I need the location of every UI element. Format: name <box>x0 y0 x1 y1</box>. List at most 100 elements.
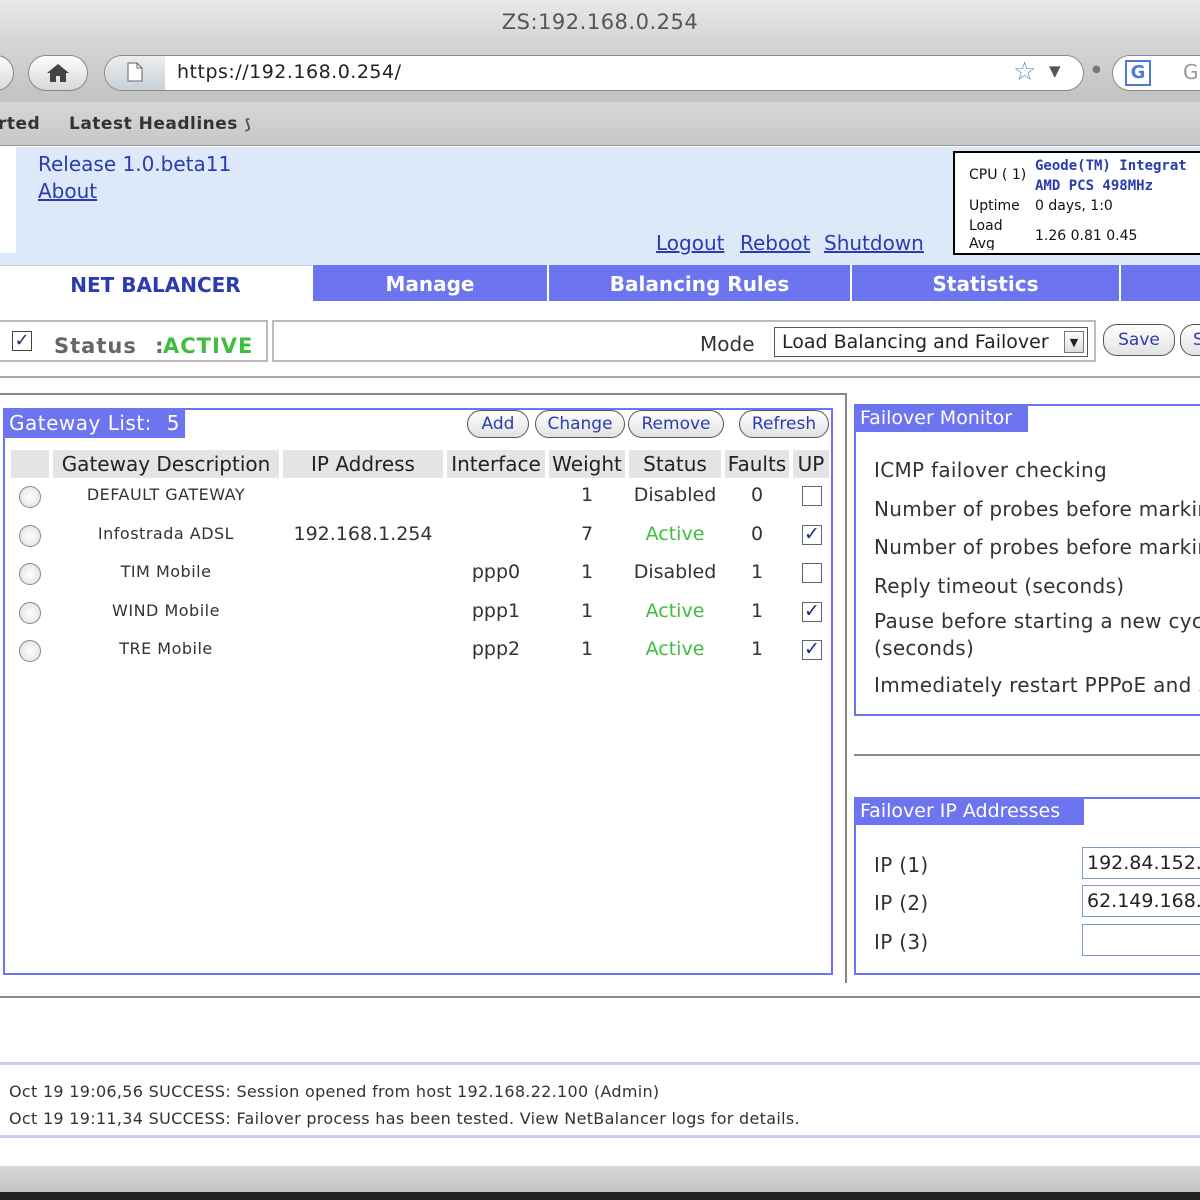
gateway-faults: 1 <box>750 561 764 583</box>
bookmark-star-icon[interactable]: ☆ <box>1013 57 1036 87</box>
about-link[interactable]: About <box>38 179 97 203</box>
divider <box>854 754 1200 756</box>
table-row[interactable]: DEFAULT GATEWAY 1 Disabled 0 <box>11 482 829 518</box>
ip-2-label: IP (2) <box>874 891 929 915</box>
table-row[interactable]: TRE Mobile ppp2 1 Active 1 ✓ <box>11 636 829 672</box>
failover-monitor-title: Failover Monitor <box>854 404 1028 432</box>
gateway-up-checkbox[interactable] <box>802 486 822 506</box>
log-entry: Oct 19 19:11,34 SUCCESS: Failover proces… <box>9 1109 800 1128</box>
header-edge <box>0 147 16 253</box>
logout-link[interactable]: Logout <box>656 231 724 255</box>
chevron-down-icon[interactable]: ▼ <box>1049 62 1061 80</box>
table-header: Gateway Description IP Address Interface… <box>11 450 829 478</box>
tab-more[interactable] <box>1121 265 1200 301</box>
forward-button[interactable] <box>0 55 14 91</box>
table-row[interactable]: WIND Mobile ppp1 1 Active 1 ✓ <box>11 598 829 634</box>
gateway-status: Disabled <box>633 561 717 583</box>
table-row[interactable]: Infostrada ADSL 192.168.1.254 7 Active 0 ✓ <box>11 521 829 557</box>
remove-button[interactable]: Remove <box>628 410 724 438</box>
failover-setting-label: Number of probes before markin <box>874 497 1200 521</box>
log-entry: Oct 19 19:06,56 SUCCESS: Session opened … <box>9 1082 660 1101</box>
window-title: ZS:192.168.0.254 <box>501 10 699 34</box>
gateway-faults: 1 <box>750 638 764 660</box>
ip-1-input[interactable]: 192.84.152. <box>1082 847 1200 879</box>
main-nav: NET BALANCER Manage Balancing Rules Stat… <box>0 265 1200 301</box>
column-header-faults[interactable]: Faults <box>725 450 789 478</box>
secondary-button[interactable]: S <box>1180 324 1200 356</box>
gateway-select-radio[interactable] <box>19 563 41 585</box>
tab-statistics[interactable]: Statistics <box>852 265 1121 301</box>
failover-setting-label: (seconds) <box>874 636 975 660</box>
uptime-value: 0 days, 1:0 <box>1035 198 1113 214</box>
status-checkbox[interactable]: ✓ <box>12 331 32 351</box>
chevron-down-icon: ▼ <box>1064 331 1084 353</box>
column-header-select <box>11 450 49 478</box>
log-area: Oct 19 19:06,56 SUCCESS: Session opened … <box>0 1062 1200 1138</box>
gateway-weight: 7 <box>580 523 594 545</box>
column-header-ip[interactable]: IP Address <box>283 450 443 478</box>
gateway-select-radio[interactable] <box>19 602 41 624</box>
home-icon <box>47 64 69 82</box>
failover-monitor-panel: Failover Monitor ICMP failover checking … <box>854 404 1200 716</box>
change-button[interactable]: Change <box>535 410 625 438</box>
gateway-up-checkbox[interactable] <box>802 563 822 583</box>
failover-setting-label: Number of probes before markin <box>874 535 1200 559</box>
refresh-button[interactable]: Refresh <box>739 410 829 438</box>
column-header-status[interactable]: Status <box>629 450 721 478</box>
status-row: ✓ Status : ACTIVE Mode Load Balancing an… <box>0 318 1200 364</box>
column-header-up[interactable]: UP <box>793 450 829 478</box>
column-header-weight[interactable]: Weight <box>549 450 625 478</box>
tab-balancing-rules[interactable]: Balancing Rules <box>549 265 852 301</box>
home-button[interactable] <box>28 55 88 91</box>
divider <box>845 393 847 983</box>
shutdown-link[interactable]: Shutdown <box>824 231 924 255</box>
table-row[interactable]: TIM Mobile ppp0 1 Disabled 1 <box>11 559 829 595</box>
save-button[interactable]: Save <box>1103 324 1175 356</box>
app-header: Release 1.0.beta11 About Logout Reboot S… <box>0 147 1200 265</box>
tab-net-balancer[interactable]: NET BALANCER <box>0 265 313 301</box>
gateway-faults: 1 <box>750 600 764 622</box>
status-label-text: Status <box>54 334 137 358</box>
gateway-description: WIND Mobile <box>112 601 220 620</box>
gateway-list-title: Gateway List: 5 <box>3 408 185 438</box>
gateway-description: DEFAULT GATEWAY <box>86 485 246 504</box>
ip-3-label: IP (3) <box>874 930 929 954</box>
column-header-interface[interactable]: Interface <box>447 450 545 478</box>
gateway-select-radio[interactable] <box>19 525 41 547</box>
search-engine-icon[interactable]: G <box>1125 60 1151 86</box>
gateway-up-checkbox[interactable]: ✓ <box>802 525 822 545</box>
gateway-list-panel: Gateway List: 5 Add Change Remove Refres… <box>3 408 833 975</box>
gateway-status: Active <box>645 600 705 622</box>
add-button[interactable]: Add <box>467 410 529 438</box>
bookmark-getting-started[interactable]: rted <box>0 114 40 134</box>
column-header-description[interactable]: Gateway Description <box>53 450 279 478</box>
ip-3-input[interactable] <box>1082 924 1200 956</box>
bookmark-latest-headlines[interactable]: Latest Headlines ⟆ <box>69 114 251 134</box>
gateway-table-body: DEFAULT GATEWAY 1 Disabled 0 Infostrada ADSL… <box>11 482 829 682</box>
load-value: 1.26 0.81 0.45 <box>1035 228 1138 244</box>
gateway-up-checkbox[interactable]: ✓ <box>802 640 822 660</box>
ip-1-label: IP (1) <box>874 853 929 877</box>
gateway-select-radio[interactable] <box>19 486 41 508</box>
window-titlebar: ZS:192.168.0.254 <box>0 0 1200 46</box>
status-label: Status : <box>54 334 165 358</box>
url-bar[interactable]: https://192.168.0.254/ ☆ ▼ <box>104 55 1084 91</box>
gateway-up-checkbox[interactable]: ✓ <box>802 602 822 622</box>
load-label-avg: Avg <box>969 236 995 250</box>
tab-manage[interactable]: Manage <box>313 265 549 301</box>
gateway-description: TIM Mobile <box>120 562 212 581</box>
gateway-list-label: Gateway List: <box>9 411 152 435</box>
mode-select[interactable]: Load Balancing and Failover ▼ <box>774 327 1088 357</box>
gateway-weight: 1 <box>580 638 594 660</box>
gateway-description: TRE Mobile <box>119 639 213 658</box>
uptime-label: Uptime <box>969 198 1020 214</box>
failover-setting-label: Pause before starting a new cycl <box>874 609 1200 633</box>
mode-label: Mode <box>700 332 755 356</box>
gateway-select-radio[interactable] <box>19 640 41 662</box>
search-input[interactable]: G G <box>1112 55 1200 91</box>
page-icon <box>105 56 165 90</box>
release-label: Release 1.0.beta11 <box>38 152 232 176</box>
url-text[interactable]: https://192.168.0.254/ <box>177 61 402 83</box>
ip-2-input[interactable]: 62.149.168. <box>1082 885 1200 917</box>
reboot-link[interactable]: Reboot <box>740 231 810 255</box>
